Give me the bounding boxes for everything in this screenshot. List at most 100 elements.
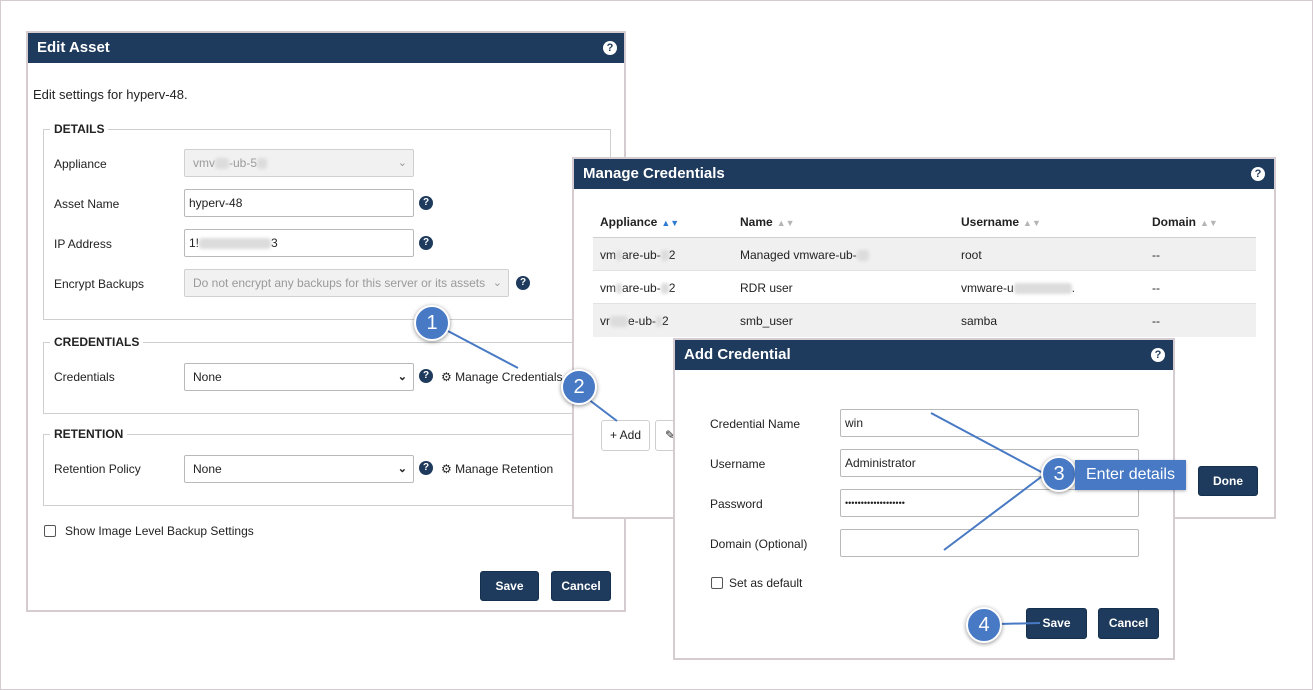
- help-icon[interactable]: ?: [1151, 348, 1165, 362]
- username-label: Username: [710, 457, 766, 471]
- column-header-username[interactable]: Username ▲▼: [961, 215, 1041, 229]
- gear-icon: ⚙: [441, 462, 452, 476]
- add-credential-titlebar: Add Credential ?: [675, 340, 1173, 370]
- table-row[interactable]: vm are-ub- 2 Managed vmware-ub- root --: [593, 237, 1256, 271]
- cell-name: smb_user: [740, 314, 793, 328]
- add-label: Add: [619, 428, 642, 442]
- column-header-domain[interactable]: Domain ▲▼: [1152, 215, 1218, 229]
- password-label: Password: [710, 497, 763, 511]
- sort-icon: ▲▼: [661, 218, 680, 228]
- retention-policy-select[interactable]: None ⌄: [184, 455, 414, 483]
- appliance-select: vmv -ub-5 ⌄: [184, 149, 414, 177]
- chevron-down-icon: ⌄: [492, 277, 502, 289]
- credentials-select[interactable]: None ⌄: [184, 363, 414, 391]
- set-default-checkbox[interactable]: [711, 577, 723, 589]
- table-row[interactable]: vr e-ub- 2 smb_user samba --: [593, 303, 1256, 337]
- add-credential-dialog: Add Credential ? Credential Name win Use…: [673, 338, 1175, 660]
- manage-retention-label: Manage Retention: [455, 462, 554, 476]
- cancel-button[interactable]: Cancel: [551, 571, 611, 601]
- ip-address-label: IP Address: [54, 237, 112, 251]
- redaction: [257, 158, 268, 170]
- add-credential-button[interactable]: + Add: [601, 420, 650, 451]
- cell-appliance: vr e-ub- 2: [600, 314, 669, 328]
- callout-badge-1: 1: [414, 305, 450, 341]
- cell-name: Managed vmware-ub-: [740, 248, 869, 262]
- help-icon[interactable]: ?: [1251, 167, 1265, 181]
- redaction: [616, 283, 622, 295]
- manage-credentials-label: Manage Credentials: [455, 370, 563, 384]
- redaction: [660, 283, 669, 295]
- domain-label: Domain (Optional): [710, 537, 808, 551]
- encrypt-backups-label: Encrypt Backups: [54, 277, 145, 291]
- save-button[interactable]: Save: [1026, 608, 1087, 639]
- column-header-name[interactable]: Name ▲▼: [740, 215, 795, 229]
- cell-username: samba: [961, 314, 998, 328]
- appliance-value-part: -ub-5: [229, 156, 258, 170]
- redaction: [856, 250, 869, 262]
- dialog-title: Add Credential: [684, 346, 791, 363]
- dialog-title: Manage Credentials: [583, 165, 725, 182]
- help-icon[interactable]: ?: [419, 461, 433, 475]
- cell-domain: --: [1152, 314, 1160, 328]
- column-label: Appliance: [600, 215, 658, 229]
- retention-policy-label: Retention Policy: [54, 462, 141, 476]
- edit-asset-titlebar: Edit Asset ?: [28, 33, 624, 63]
- chevron-down-icon: ⌄: [397, 157, 407, 169]
- redaction: [215, 158, 229, 170]
- sort-icon: ▲▼: [1200, 218, 1218, 228]
- asset-name-input[interactable]: hyperv-48: [184, 189, 414, 217]
- password-input[interactable]: •••••••••••••••••••: [840, 489, 1139, 517]
- manage-credentials-titlebar: Manage Credentials ?: [574, 159, 1274, 189]
- help-icon[interactable]: ?: [516, 276, 530, 290]
- table-row[interactable]: vm are-ub- 2 RDR user vmware-u. --: [593, 270, 1256, 304]
- encrypt-backups-select: Do not encrypt any backups for this serv…: [184, 269, 509, 297]
- dialog-title: Edit Asset: [37, 39, 110, 56]
- cell-username: root: [961, 248, 982, 262]
- show-image-level-checkbox[interactable]: [44, 525, 56, 537]
- column-label: Username: [961, 215, 1020, 229]
- help-icon[interactable]: ?: [419, 369, 433, 383]
- show-image-level-label: Show Image Level Backup Settings: [65, 524, 254, 538]
- redaction: [199, 238, 272, 250]
- edit-asset-dialog: Edit Asset ? Edit settings for hyperv-48…: [26, 31, 626, 612]
- column-header-appliance[interactable]: Appliance ▲▼: [600, 215, 679, 229]
- gear-icon: ⚙: [441, 370, 452, 384]
- save-button[interactable]: Save: [480, 571, 539, 601]
- cell-appliance: vm are-ub- 2: [600, 248, 676, 262]
- callout-badge-2: 2: [561, 369, 597, 405]
- cell-domain: --: [1152, 281, 1160, 295]
- redaction: [660, 250, 669, 262]
- cell-username: vmware-u.: [961, 281, 1076, 295]
- cell-name: RDR user: [740, 281, 793, 295]
- edit-description: Edit settings for hyperv-48.: [33, 87, 188, 102]
- retention-legend: RETENTION: [50, 427, 128, 441]
- cancel-button[interactable]: Cancel: [1098, 608, 1159, 639]
- appliance-label: Appliance: [54, 157, 107, 171]
- ip-address-input[interactable]: 1! 3: [184, 229, 414, 257]
- help-icon[interactable]: ?: [419, 196, 433, 210]
- cell-appliance: vm are-ub- 2: [600, 281, 676, 295]
- redaction: [1013, 283, 1072, 295]
- asset-name-label: Asset Name: [54, 197, 120, 211]
- ip-value-part: 3: [271, 236, 278, 250]
- sort-icon: ▲▼: [1023, 218, 1041, 228]
- redaction: [610, 316, 628, 328]
- column-label: Domain: [1152, 215, 1197, 229]
- manage-credentials-link[interactable]: ⚙ Manage Credentials: [441, 370, 563, 384]
- credentials-value: None: [193, 370, 222, 384]
- redaction: [616, 250, 622, 262]
- chevron-down-icon: ⌄: [397, 463, 407, 475]
- appliance-value-part: vmv: [193, 156, 215, 170]
- credentials-label: Credentials: [54, 370, 115, 384]
- credentials-legend: CREDENTIALS: [50, 335, 144, 349]
- manage-retention-link[interactable]: ⚙ Manage Retention: [441, 462, 553, 476]
- done-button[interactable]: Done: [1198, 466, 1258, 496]
- credential-name-input[interactable]: win: [840, 409, 1139, 437]
- domain-input[interactable]: [840, 529, 1139, 557]
- callout-badge-4: 4: [966, 607, 1002, 643]
- details-legend: DETAILS: [50, 122, 109, 136]
- column-label: Name: [740, 215, 773, 229]
- help-icon[interactable]: ?: [603, 41, 617, 55]
- chevron-down-icon: ⌄: [397, 371, 407, 383]
- help-icon[interactable]: ?: [419, 236, 433, 250]
